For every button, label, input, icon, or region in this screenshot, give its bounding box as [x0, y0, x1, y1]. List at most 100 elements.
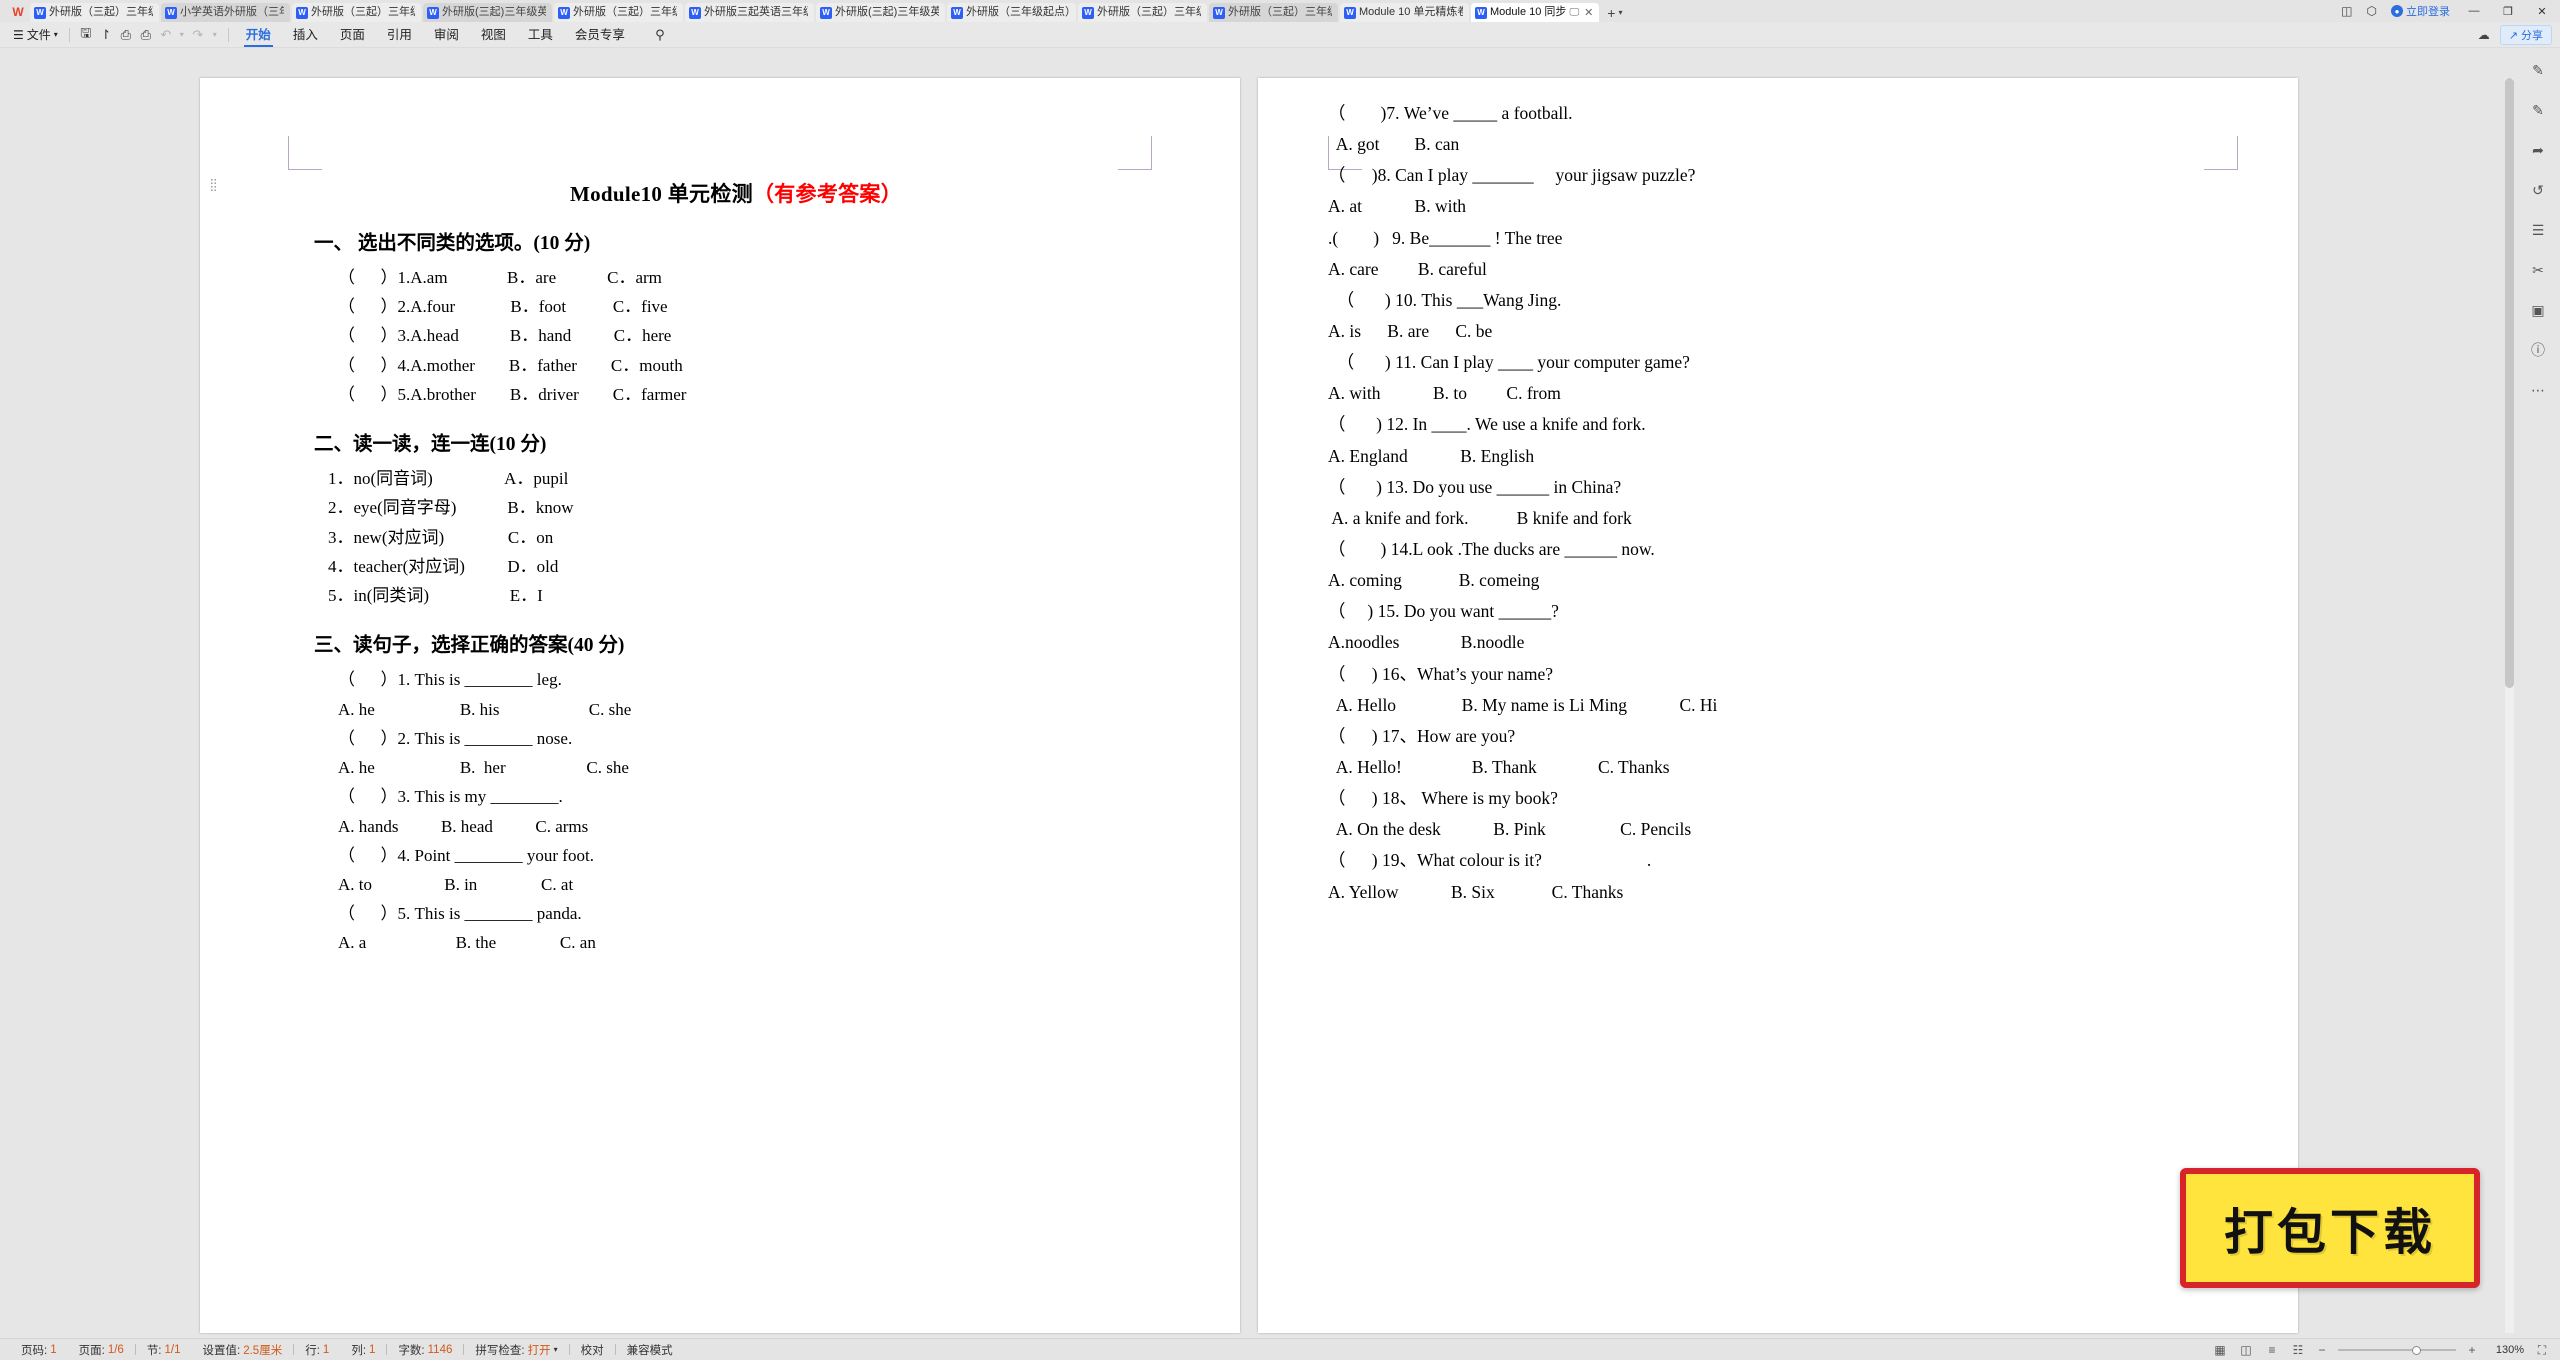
wps-logo-icon: W	[12, 5, 23, 19]
document-tab[interactable]: W外研版（三起）三年级英	[30, 3, 159, 22]
link-icon[interactable]: ↾	[96, 27, 116, 43]
status-item-value: 1	[322, 1343, 330, 1356]
undo-icon[interactable]: ↶	[156, 27, 176, 43]
ribbon-tab-页面[interactable]: 页面	[329, 22, 376, 48]
document-line: A. he B. her C. she	[338, 758, 629, 778]
pen-icon[interactable]: ✎	[2525, 58, 2551, 82]
document-line: A. hands B. head C. arms	[338, 816, 589, 836]
hamburger-icon: ☰	[13, 27, 24, 42]
view-print-layout-icon[interactable]: ▦	[2212, 1343, 2228, 1357]
status-item[interactable]: 兼容模式	[616, 1342, 684, 1358]
word-file-icon: W	[427, 6, 439, 19]
sidebar-toggle-icon[interactable]: ◫	[2341, 4, 2352, 18]
document-line: 4．teacher(对应词) D．old	[328, 556, 559, 576]
chevron-down-icon[interactable]: ▾	[554, 1345, 558, 1354]
present-icon[interactable]: 🖵	[1569, 7, 1579, 18]
view-web-layout-icon[interactable]: ◫	[2238, 1343, 2254, 1357]
redo-icon[interactable]: ↷	[188, 27, 208, 43]
ribbon-tab-插入[interactable]: 插入	[282, 22, 329, 48]
ribbon-bar: ☰ 文件 ▾ 🖫 ↾ ⎙ ⎙ ↶ ▾ ↷ ▾ 开始 插入 页面 引用 审阅 视图 工具 会员专…	[0, 22, 2560, 48]
image-icon[interactable]: ▣	[2525, 298, 2551, 322]
document-tab[interactable]: W外研版（三起）三年级上	[292, 3, 421, 22]
scissors-icon[interactable]: ✂	[2525, 258, 2551, 282]
document-tab[interactable]: W外研版（三年级起点）英	[947, 3, 1076, 22]
status-item[interactable]: 校对	[570, 1342, 615, 1358]
ribbon-tab-开始[interactable]: 开始	[235, 22, 282, 48]
document-line: A. to B. in C. at	[338, 874, 574, 894]
ribbon-tab-审阅[interactable]: 审阅	[423, 22, 470, 48]
window-close-button[interactable]: ✕	[2532, 5, 2552, 18]
document-line: A. care B. careful	[1328, 258, 1487, 279]
window-maximize-button[interactable]: ❐	[2498, 5, 2518, 18]
print-icon[interactable]: ⎙	[116, 27, 136, 43]
view-outline-icon[interactable]: ≡	[2264, 1343, 2280, 1357]
paragraph-drag-handle[interactable]	[210, 178, 217, 192]
undo-dropdown-icon[interactable]: ▾	[176, 30, 188, 39]
cloud-sync-icon[interactable]: ☁	[2478, 28, 2490, 42]
quick-access-more-icon[interactable]: ▾	[208, 30, 222, 39]
status-item[interactable]: 拼写检查: 打开 ▾	[464, 1342, 568, 1358]
ribbon-tab-会员专享[interactable]: 会员专享	[564, 22, 636, 48]
share-button[interactable]: ↗ 分享	[2499, 25, 2552, 45]
zoom-slider-knob[interactable]	[2412, 1345, 2421, 1355]
document-line: A. he B. his C. she	[338, 699, 632, 719]
cursor-icon[interactable]: ➦	[2525, 138, 2551, 162]
status-item[interactable]: 页码: 1	[10, 1342, 68, 1358]
login-button[interactable]: ● 立即登录	[2391, 3, 2450, 19]
word-file-icon: W	[1213, 6, 1225, 19]
document-tab[interactable]: W外研版（三起）三年级英	[1209, 3, 1338, 22]
document-page-2[interactable]: （ )7. We’ve _____ a football. A. got B. …	[1258, 78, 2298, 1333]
file-menu-button[interactable]: ☰ 文件 ▾	[8, 24, 63, 46]
vertical-scrollbar[interactable]	[2505, 78, 2514, 1333]
document-page-1[interactable]: Module10 单元检测（有参考答案） 一、 选出不同类的选项。(10 分) （ …	[200, 78, 1240, 1333]
ribbon-tab-引用[interactable]: 引用	[376, 22, 423, 48]
document-tab[interactable]: W小学英语外研版（三年级	[161, 3, 290, 22]
download-stamp-badge[interactable]: 打包下载	[2180, 1168, 2480, 1288]
document-tab[interactable]: W外研版三起英语三年级上	[685, 3, 814, 22]
document-tab[interactable]: W外研版（三起）三年级上	[554, 3, 683, 22]
status-item[interactable]: 行: 1	[294, 1342, 340, 1358]
chevron-down-icon: ▾	[53, 29, 58, 39]
layers-icon[interactable]: ☰	[2525, 218, 2551, 242]
cube-icon[interactable]: ⬡	[2367, 4, 2377, 18]
zoom-level-label[interactable]: 130%	[2488, 1344, 2524, 1356]
file-menu-label: 文件	[26, 27, 51, 42]
zoom-out-button[interactable]: −	[2316, 1343, 2328, 1357]
ribbon-tab-视图[interactable]: 视图	[470, 22, 517, 48]
word-file-icon: W	[951, 6, 963, 19]
new-tab-button[interactable]: + ▾	[1607, 3, 1622, 22]
save-icon[interactable]: 🖫	[76, 24, 96, 46]
document-tab[interactable]: W外研版（三起）三年级上	[1078, 3, 1207, 22]
view-reading-icon[interactable]: ☷	[2290, 1343, 2306, 1357]
search-icon[interactable]: ⚲	[650, 27, 670, 43]
document-tab-label: 外研版(三起)三年级英语	[442, 6, 546, 18]
word-file-icon: W	[1344, 6, 1356, 19]
document-tab[interactable]: W外研版(三起)三年级英语	[816, 3, 945, 22]
document-line: （ ）4. Point ________ your foot.	[338, 845, 594, 865]
document-tab[interactable]: W Module 10 单元精炼卷	[1340, 3, 1469, 22]
edit-icon[interactable]: ✎	[2525, 98, 2551, 122]
status-item[interactable]: 页面: 1/6	[68, 1342, 135, 1358]
status-item-label: 节:	[146, 1344, 162, 1357]
status-item[interactable]: 设置值: 2.5厘米	[192, 1342, 294, 1358]
zoom-slider[interactable]	[2338, 1344, 2456, 1356]
section-heading: 二、读一读，连一连(10 分)	[314, 434, 547, 456]
status-item[interactable]: 列: 1	[340, 1342, 386, 1358]
print-preview-icon[interactable]: ⎙	[136, 27, 156, 43]
ribbon-tab-工具[interactable]: 工具	[517, 22, 564, 48]
close-icon[interactable]: ✕	[1584, 6, 1593, 19]
document-line: A. Hello! B. Thank C. Thanks	[1328, 756, 1670, 777]
fullscreen-icon[interactable]: ⛶	[2534, 1343, 2550, 1358]
document-tab[interactable]: W Module 10 同步 🖵 ✕	[1471, 3, 1600, 22]
scrollbar-thumb[interactable]	[2505, 78, 2514, 688]
document-line: 2．eye(同音字母) B．know	[328, 498, 574, 518]
status-item-label: 列:	[351, 1344, 367, 1357]
more-icon[interactable]: ⋯	[2525, 378, 2551, 402]
window-minimize-button[interactable]: —	[2464, 5, 2484, 17]
document-tab[interactable]: W外研版(三起)三年级英语	[423, 3, 552, 22]
rotate-icon[interactable]: ↺	[2525, 178, 2551, 202]
status-item[interactable]: 字数: 1146	[387, 1342, 463, 1358]
help-icon[interactable]: ⓘ	[2525, 338, 2551, 362]
zoom-in-button[interactable]: +	[2466, 1343, 2478, 1357]
status-item[interactable]: 节: 1/1	[136, 1342, 192, 1358]
